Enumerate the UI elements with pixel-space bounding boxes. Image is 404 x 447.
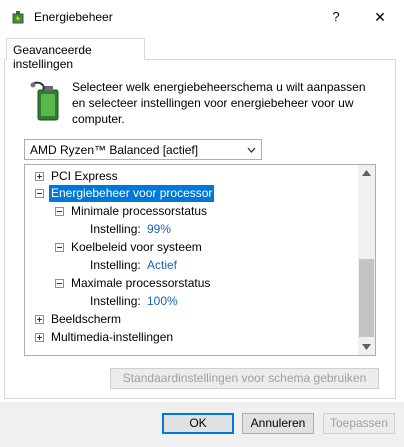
chevron-down-icon bbox=[247, 147, 256, 153]
setting-label: Instelling: bbox=[90, 222, 141, 236]
expand-plus-icon[interactable] bbox=[35, 172, 44, 181]
close-button[interactable]: ✕ bbox=[364, 6, 396, 28]
tree-label: PCI Express bbox=[51, 169, 118, 183]
collapse-minus-icon[interactable] bbox=[35, 189, 44, 198]
collapse-minus-icon[interactable] bbox=[55, 279, 64, 288]
help-button[interactable]: ? bbox=[322, 6, 350, 28]
scrollbar-thumb[interactable] bbox=[359, 259, 374, 337]
ok-button[interactable]: OK bbox=[162, 413, 234, 434]
setting-label: Instelling: bbox=[90, 258, 141, 272]
setting-label: Instelling: bbox=[90, 294, 141, 308]
apply-button[interactable]: Toepassen bbox=[323, 413, 395, 434]
title-bar: Energiebeheer ? ✕ bbox=[0, 0, 404, 34]
tree-label: Beeldscherm bbox=[51, 312, 122, 326]
setting-value-link[interactable]: 99% bbox=[147, 221, 171, 238]
power-plan-select[interactable]: AMD Ryzen™ Balanced [actief] bbox=[24, 139, 262, 160]
collapse-minus-icon[interactable] bbox=[55, 207, 64, 216]
tree-label: Minimale processorstatus bbox=[71, 204, 208, 218]
window-title: Energiebeheer bbox=[34, 10, 113, 24]
restore-defaults-button[interactable]: Standaardinstellingen voor schema gebrui… bbox=[110, 368, 379, 389]
expand-plus-icon[interactable] bbox=[35, 333, 44, 342]
power-plan-value: AMD Ryzen™ Balanced [actief] bbox=[30, 143, 199, 157]
collapse-minus-icon[interactable] bbox=[55, 243, 64, 252]
settings-tree[interactable]: PCI Express Energiebeheer voor processor… bbox=[24, 164, 376, 356]
vertical-scrollbar[interactable] bbox=[358, 165, 375, 355]
tree-label-selected: Energiebeheer voor processor bbox=[49, 185, 215, 202]
tab-label: Geavanceerde instellingen bbox=[13, 43, 92, 71]
scroll-up-arrow-icon[interactable] bbox=[362, 170, 371, 176]
setting-value-link[interactable]: Actief bbox=[147, 257, 177, 274]
setting-value-link[interactable]: 100% bbox=[147, 293, 178, 310]
tree-label: Maximale processorstatus bbox=[71, 276, 211, 290]
scroll-down-arrow-icon[interactable] bbox=[362, 344, 371, 350]
intro-text: Selecteer welk energiebeheerschema u wil… bbox=[72, 80, 366, 126]
tree-label: Multimedia-instellingen bbox=[51, 330, 174, 344]
cancel-button[interactable]: Annuleren bbox=[242, 413, 314, 434]
tree-label: Koelbeleid voor systeem bbox=[71, 240, 202, 254]
dialog-footer: OK Annuleren Toepassen bbox=[0, 402, 404, 447]
expand-plus-icon[interactable] bbox=[35, 315, 44, 324]
tab-advanced-settings[interactable]: Geavanceerde instellingen bbox=[6, 38, 145, 71]
power-options-icon bbox=[12, 11, 24, 24]
battery-power-icon bbox=[30, 81, 59, 121]
